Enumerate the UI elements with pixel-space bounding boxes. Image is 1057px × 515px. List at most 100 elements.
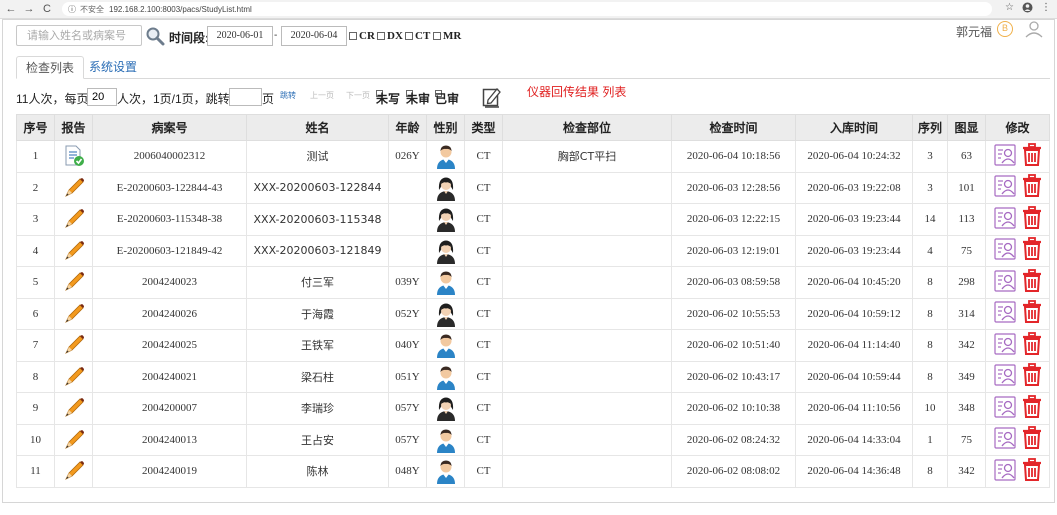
column-header: 图显 [947,114,986,141]
pencil-icon[interactable] [62,176,86,200]
cell-report[interactable] [54,203,93,236]
table-row[interactable]: 1 2006040002312 测试 026Y CT 胸部CT平扫 2020-06-04 1… [16,140,1050,173]
image-viewer-icon[interactable] [993,300,1017,324]
table-row[interactable]: 2 E-20200603-122844-43 XXX-20200603-122844… [16,171,1050,204]
checkbox[interactable] [433,32,441,40]
jump-page-input[interactable] [229,88,262,106]
image-viewer-icon[interactable] [993,332,1017,356]
next-page-link[interactable]: 下一页 [346,90,370,101]
cell-report[interactable] [54,392,93,425]
modality-ct[interactable]: CT [405,30,430,42]
modality-cr[interactable]: CR [349,30,375,42]
cell-report[interactable] [54,297,93,330]
pencil-icon[interactable] [62,239,86,263]
image-viewer-icon[interactable] [993,237,1017,261]
edit-note-icon[interactable] [482,86,502,108]
image-viewer-icon[interactable] [993,363,1017,387]
user-icon[interactable] [1024,20,1044,38]
profile-icon[interactable] [1022,2,1033,13]
cell-report[interactable] [54,171,93,204]
delete-trash-icon[interactable] [1021,174,1043,198]
delete-trash-icon[interactable] [1021,457,1043,482]
delete-trash-icon[interactable] [1021,363,1043,387]
pencil-icon[interactable] [62,365,86,389]
jump-link[interactable]: 跳转 [280,90,296,101]
pencil-icon[interactable] [62,396,86,420]
cell-actions[interactable] [985,360,1050,393]
pencil-icon[interactable] [62,270,86,294]
report-done-icon[interactable] [63,145,85,167]
pencil-icon[interactable] [62,207,86,231]
browser-menu-icon[interactable]: ⋮ [1041,2,1051,13]
checkbox[interactable] [349,32,357,40]
tab-system-settings[interactable]: 系统设置 [80,56,146,79]
pencil-icon[interactable] [62,459,86,483]
image-viewer-icon[interactable] [993,458,1017,482]
cell-actions[interactable] [985,392,1050,425]
image-viewer-icon[interactable] [993,174,1017,198]
female-avatar-icon [436,177,455,201]
cell-actions[interactable] [985,140,1050,173]
table-row[interactable]: 8 2004240021 梁石柱 051Y CT 2020-06-02 10:43:17 2… [16,360,1050,393]
cell-report[interactable] [54,455,93,488]
tab-study-list[interactable]: 检查列表 [16,56,85,79]
page-size-input[interactable] [87,88,117,106]
image-viewer-icon[interactable] [993,426,1017,450]
cell-actions[interactable] [985,203,1050,236]
checkbox[interactable] [377,32,385,40]
cell-report[interactable] [54,423,93,456]
cell-actions[interactable] [985,423,1050,456]
cell-report[interactable] [54,329,93,362]
delete-trash-icon[interactable] [1021,426,1043,450]
pencil-icon[interactable] [62,302,86,326]
cell-actions[interactable] [985,297,1050,330]
table-row[interactable]: 10 2004240013 王占安 057Y CT 2020-06-02 08:24:32… [16,423,1050,456]
search-input[interactable] [16,25,142,46]
delete-trash-icon[interactable] [1021,237,1043,261]
delete-trash-icon[interactable] [1021,142,1043,167]
cell-modality: CT [464,203,503,236]
search-icon[interactable] [145,26,165,46]
table-row[interactable]: 5 2004240023 付三军 039Y CT 2020-06-03 08:59:58 2… [16,266,1050,299]
back-icon[interactable]: ← [4,2,18,16]
delete-trash-icon[interactable] [1021,268,1043,293]
table-row[interactable]: 7 2004240025 王铁军 040Y CT 2020-06-02 10:51:40 2… [16,329,1050,362]
delete-trash-icon[interactable] [1021,205,1043,230]
checkbox[interactable] [405,32,413,40]
modality-dx[interactable]: DX [377,30,403,42]
prev-page-link[interactable]: 上一页 [310,90,334,101]
cell-series: 1 [912,423,948,456]
cell-actions[interactable] [985,455,1050,488]
delete-trash-icon[interactable] [1021,394,1043,419]
cell-actions[interactable] [985,329,1050,362]
pencil-icon[interactable] [62,428,86,452]
reload-icon[interactable]: C [40,2,54,16]
address-bar[interactable]: ⓘ 不安全 192.168.2.100:8003/pacs/StudyList.… [62,2,992,16]
cell-actions[interactable] [985,266,1050,299]
delete-trash-icon[interactable] [1021,331,1043,356]
pencil-icon[interactable] [62,333,86,357]
forward-icon[interactable]: → [22,2,36,16]
coin-icon[interactable]: B [997,21,1013,37]
date-to-field[interactable]: 2020-06-04 [281,26,347,46]
instrument-results-link[interactable]: 仪器回传结果 列表 [527,83,626,100]
bookmark-star-icon[interactable]: ☆ [1005,2,1014,13]
cell-report[interactable] [54,266,93,299]
image-viewer-icon[interactable] [993,143,1017,167]
cell-report[interactable] [54,360,93,393]
cell-report[interactable] [54,234,93,267]
cell-report[interactable] [54,140,93,173]
delete-trash-icon[interactable] [1021,300,1043,324]
image-viewer-icon[interactable] [993,269,1017,293]
table-row[interactable]: 6 2004240026 于海霞 052Y CT 2020-06-02 10:55:53 2… [16,297,1050,330]
modality-mr[interactable]: MR [433,30,461,42]
image-viewer-icon[interactable] [993,395,1017,419]
image-viewer-icon[interactable] [993,206,1017,230]
cell-actions[interactable] [985,171,1050,204]
table-row[interactable]: 4 E-20200603-121849-42 XXX-20200603-121849… [16,234,1050,267]
table-row[interactable]: 11 2004240019 陈林 048Y CT 2020-06-02 08:08:02 2… [16,455,1050,488]
table-row[interactable]: 3 E-20200603-115348-38 XXX-20200603-115348… [16,203,1050,236]
cell-actions[interactable] [985,234,1050,267]
date-from-field[interactable]: 2020-06-01 [207,26,273,46]
table-row[interactable]: 9 2004200007 李瑞珍 057Y CT 2020-06-02 10:10:38 2… [16,392,1050,425]
